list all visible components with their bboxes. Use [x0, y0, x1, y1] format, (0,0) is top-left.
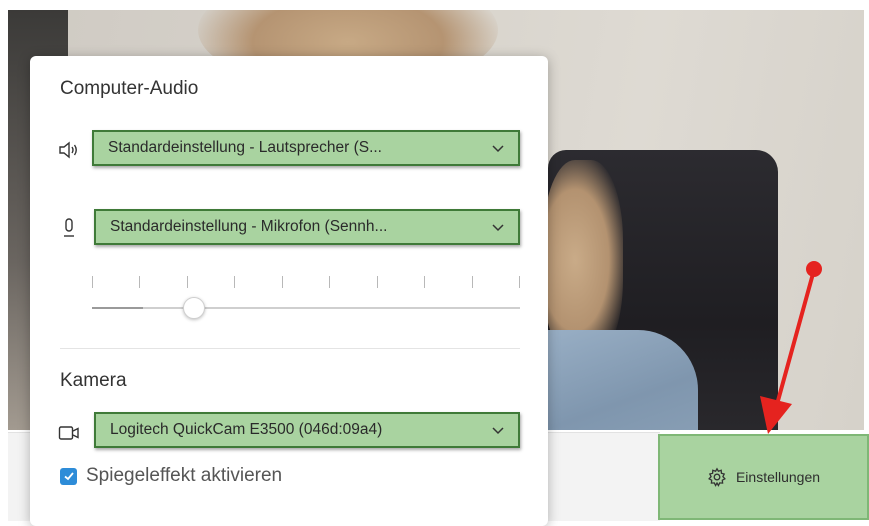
microphone-select-value: Standardeinstellung - Mikrofon (Sennh...	[110, 218, 388, 235]
camera-section-title: Kamera	[60, 370, 127, 391]
speaker-select-value: Standardeinstellung - Lautsprecher (S...	[108, 139, 382, 156]
slider-track	[92, 307, 520, 309]
slider-tick	[329, 276, 330, 288]
slider-tick	[424, 276, 425, 288]
device-settings-panel: Computer-Audio Standardeinstellung - Lau…	[30, 56, 548, 526]
settings-button[interactable]: Einstellungen	[658, 434, 869, 520]
slider-thumb[interactable]	[183, 297, 205, 319]
checkmark-icon	[63, 472, 74, 481]
slider-tick	[472, 276, 473, 288]
settings-button-label: Einstellungen	[735, 469, 821, 485]
mirror-effect-label: Spiegeleffekt aktivieren	[86, 465, 283, 486]
microphone-icon	[58, 217, 80, 239]
camera-select-value: Logitech QuickCam E3500 (046d:09a4)	[110, 421, 383, 438]
chevron-down-icon	[492, 145, 504, 153]
speaker-select[interactable]: Standardeinstellung - Lautsprecher (S...	[92, 130, 520, 166]
chevron-down-icon	[492, 427, 504, 435]
camera-select[interactable]: Logitech QuickCam E3500 (046d:09a4)	[94, 412, 520, 448]
slider-fill	[92, 307, 143, 309]
slider-tick	[282, 276, 283, 288]
video-camera-icon	[58, 422, 80, 444]
slider-tick	[234, 276, 235, 288]
microphone-select[interactable]: Standardeinstellung - Mikrofon (Sennh...	[94, 209, 520, 245]
speaker-icon	[58, 139, 80, 161]
slider-tick	[187, 276, 188, 288]
chevron-down-icon	[492, 224, 504, 232]
slider-tick	[519, 276, 520, 288]
audio-section-title: Computer-Audio	[60, 78, 199, 99]
slider-tick	[377, 276, 378, 288]
gear-icon	[708, 467, 726, 487]
mirror-effect-checkbox-row[interactable]: Spiegeleffekt aktivieren	[60, 465, 282, 487]
slider-tick	[139, 276, 140, 288]
slider-tick	[92, 276, 93, 288]
mirror-effect-checkbox[interactable]	[60, 467, 77, 485]
section-divider	[60, 348, 520, 349]
microphone-level-slider[interactable]	[92, 268, 520, 319]
